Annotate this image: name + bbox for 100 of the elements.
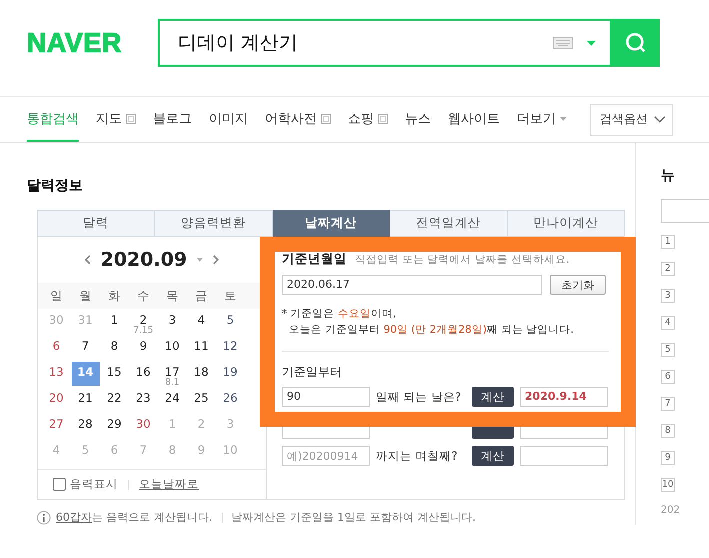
chevron-icon bbox=[654, 116, 666, 123]
calendar-day[interactable]: 23 bbox=[130, 388, 158, 405]
caret-icon bbox=[560, 116, 567, 120]
rank-number: 10 bbox=[661, 478, 675, 492]
rank-number: 3 bbox=[661, 289, 675, 303]
nav-tab[interactable]: 뉴스 bbox=[405, 97, 431, 142]
checkbox-label[interactable]: 음력표시 bbox=[70, 477, 118, 492]
calendar-day[interactable]: 17 bbox=[158, 362, 186, 379]
calendar-day[interactable]: 26 bbox=[216, 388, 244, 405]
rank-number: 4 bbox=[661, 316, 675, 330]
date-input[interactable]: 2020.06.17 bbox=[282, 275, 542, 295]
calendar-tab[interactable]: 전역일계산 bbox=[390, 210, 508, 237]
nav-tab[interactable]: 더보기 bbox=[517, 97, 567, 142]
calendar-day[interactable]: 25 bbox=[188, 388, 216, 405]
weekday-label: 금 bbox=[194, 288, 208, 304]
calendar-day[interactable]: 2 bbox=[130, 310, 158, 327]
calendar-tab[interactable]: 달력 bbox=[37, 210, 156, 237]
calendar-day[interactable]: 18 bbox=[188, 362, 216, 379]
weekday-label: 일 bbox=[50, 288, 64, 304]
lunar-cycle-link[interactable]: 60갑자 bbox=[56, 511, 92, 524]
previous-icon[interactable] bbox=[84, 255, 91, 265]
result-field: 2020.9.14 bbox=[520, 387, 608, 407]
rank-number: 1 bbox=[661, 235, 675, 249]
calendar-day[interactable]: 28 bbox=[72, 414, 100, 431]
caret-icon[interactable] bbox=[197, 258, 204, 262]
days-input[interactable]: 90 bbox=[282, 387, 370, 407]
nav-tab[interactable]: 지도 bbox=[96, 97, 136, 142]
input-field[interactable] bbox=[661, 199, 709, 223]
calendar-day[interactable]: 27 bbox=[42, 414, 70, 431]
calendar-day[interactable]: 8 bbox=[100, 336, 128, 353]
nav-tab[interactable]: 쇼핑 bbox=[348, 97, 388, 142]
popup-icon bbox=[321, 114, 331, 124]
note-text: 오늘은 기준일부터 90일 (만 2개월28일)째 되는 날입니다. bbox=[288, 323, 575, 338]
calendar-tab[interactable]: 만나이계산 bbox=[508, 210, 626, 237]
calendar-day[interactable]: 20 bbox=[42, 388, 70, 405]
note-text: * 기준일은 수요일 이며, bbox=[282, 307, 398, 322]
checkbox[interactable] bbox=[53, 478, 66, 491]
info-icon bbox=[37, 510, 51, 524]
calendar-day[interactable]: 10 bbox=[158, 336, 186, 353]
nav-tab[interactable]: 블로그 bbox=[153, 97, 192, 142]
rank-number: 5 bbox=[661, 343, 675, 357]
search-icon bbox=[625, 32, 647, 54]
calendar-day[interactable]: 29 bbox=[100, 414, 128, 431]
weekday-label: 수 bbox=[136, 288, 150, 304]
search-button[interactable] bbox=[612, 19, 660, 67]
calendar-day[interactable]: 13 bbox=[42, 362, 70, 379]
calculate-button[interactable]: 계산 bbox=[472, 446, 514, 466]
from-label: 기준일부터 bbox=[282, 364, 343, 381]
caret-icon[interactable] bbox=[587, 40, 596, 46]
calendar-day[interactable]: 19 bbox=[216, 362, 244, 379]
nav-tab[interactable]: 이미지 bbox=[209, 97, 248, 142]
calendar-day[interactable]: 15 bbox=[100, 362, 128, 379]
calculate-button[interactable]: 계산 bbox=[472, 387, 514, 407]
nav-tab[interactable]: 웹사이트 bbox=[448, 97, 500, 142]
weekday-label: 토 bbox=[224, 288, 238, 304]
calendar-tab[interactable]: 양음력변환 bbox=[155, 210, 273, 237]
calendar-day[interactable]: 6 bbox=[42, 336, 70, 353]
input-field[interactable] bbox=[282, 426, 370, 439]
footnote-text: 날짜계산은 기준일을 1일로 포함하여 계산됩니다. bbox=[232, 510, 476, 525]
weekday-label: 목 bbox=[166, 288, 180, 304]
weekday-label: 월 bbox=[78, 288, 92, 304]
lunar-date: 8.1 bbox=[165, 379, 180, 388]
rank-number: 6 bbox=[661, 370, 675, 384]
today-link[interactable]: 오늘날짜로 bbox=[139, 477, 199, 492]
calendar-day[interactable]: 12 bbox=[216, 336, 244, 353]
hint-text: 직접입력 또는 달력에서 날짜를 선택하세요. bbox=[355, 253, 570, 267]
calendar-day[interactable]: 3 bbox=[158, 310, 186, 327]
base-date-label: 기준년월일 bbox=[282, 251, 347, 268]
question-text: 일째 되는 날은? bbox=[376, 390, 462, 404]
calendar-day[interactable]: 4 bbox=[188, 310, 216, 327]
calendar-day[interactable]: 16 bbox=[130, 362, 158, 379]
calendar-day[interactable]: 22 bbox=[100, 388, 128, 405]
keyboard-icon[interactable] bbox=[553, 37, 573, 49]
month-title[interactable]: 2020.09 bbox=[100, 249, 188, 271]
search-field[interactable]: 디데이 계산기 bbox=[158, 19, 612, 67]
popup-icon bbox=[378, 114, 388, 124]
next-icon[interactable] bbox=[213, 255, 220, 265]
calendar-day[interactable]: 21 bbox=[72, 388, 100, 405]
popup-icon bbox=[126, 114, 136, 124]
search-options-dropdown[interactable]: 검색옵션 bbox=[590, 104, 673, 136]
calendar-day[interactable]: 7 bbox=[72, 336, 100, 353]
calendar-day[interactable]: 11 bbox=[188, 336, 216, 353]
date-text: 202 bbox=[661, 505, 682, 516]
calendar-day[interactable]: 5 bbox=[216, 310, 244, 327]
calculate-button[interactable] bbox=[472, 426, 514, 439]
calendar-day[interactable]: 24 bbox=[158, 388, 186, 405]
calendar-day[interactable]: 30 bbox=[130, 414, 158, 431]
rank-number: 9 bbox=[661, 451, 675, 465]
calendar-day[interactable]: 9 bbox=[130, 336, 158, 353]
nav-tab[interactable]: 어학사전 bbox=[265, 97, 331, 142]
rank-number: 7 bbox=[661, 397, 675, 411]
news-title: 뉴 bbox=[661, 167, 676, 186]
lunar-date: 7.15 bbox=[133, 327, 154, 336]
weekday-label: 화 bbox=[108, 288, 122, 304]
calendar-day[interactable]: 1 bbox=[100, 310, 128, 327]
section-title: 달력정보 bbox=[27, 177, 84, 195]
calendar-tab[interactable]: 날짜계산 bbox=[272, 210, 390, 237]
question-text: 까지는 며칠째? bbox=[376, 448, 459, 464]
rank-number: 8 bbox=[661, 424, 675, 438]
reset-button[interactable]: 초기화 bbox=[550, 275, 606, 295]
